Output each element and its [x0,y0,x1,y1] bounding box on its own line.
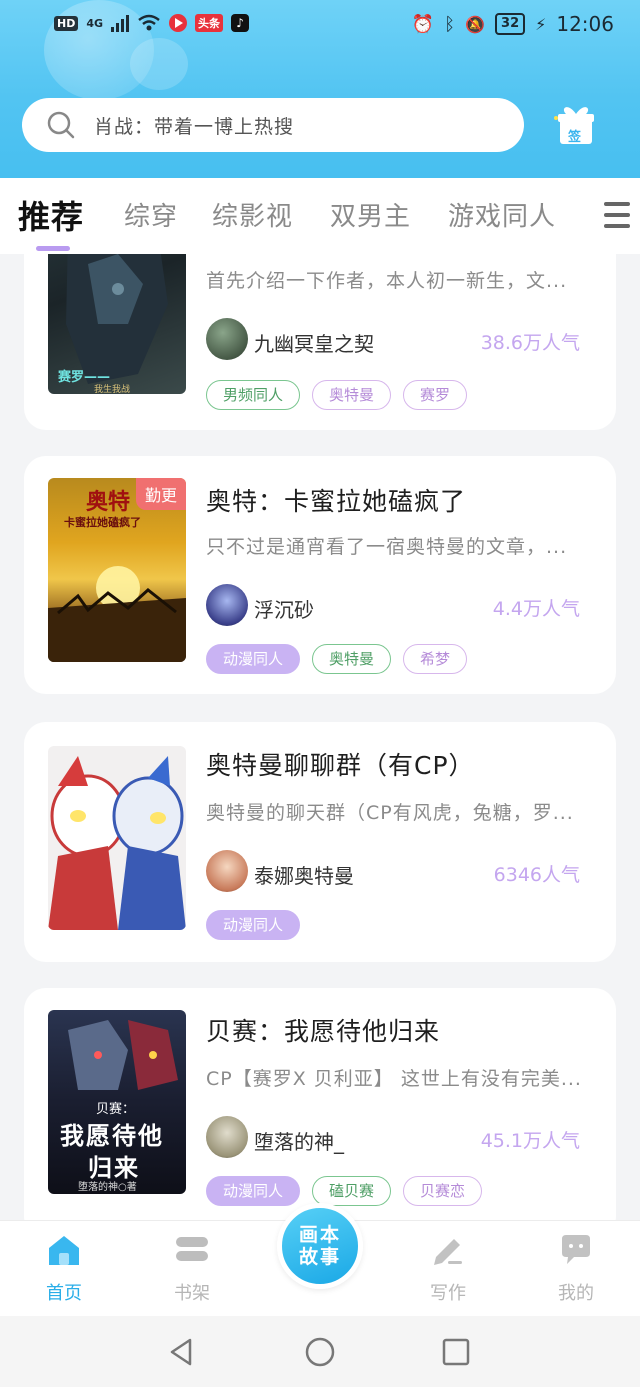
wifi-icon [138,14,160,31]
alarm-icon: ⏰ [411,13,435,35]
search-bar[interactable]: 肖战：带着一博上热搜 [22,98,524,152]
draw-story-label: 画本故事 [298,1224,341,1268]
popularity-count: 45.1万人气 [480,1130,580,1152]
story-feed: 赛罗—— 我生我战 首先介绍一下作者，本人初一新生，文... 九幽冥皇之契 38… [0,254,640,1220]
signal-icon [111,14,130,32]
nav-home-label: 首页 [46,1283,82,1304]
nav-mine[interactable]: 我的 [536,1233,616,1305]
checkin-gift-button[interactable]: 签 [552,100,600,148]
cover-subtitle: 卡蜜拉她磕疯了 [64,516,141,529]
author-name[interactable]: 泰娜奥特曼 [254,860,354,889]
app-header: HD 4G 头条 ♪ ⏰ ᛒ 🔕 32 ⚡ 12:06 肖战：带着一博上热搜 签 [0,0,640,178]
nav-bookshelf[interactable]: 书架 [152,1233,232,1305]
mute-icon: 🔕 [465,14,486,34]
author-avatar[interactable] [206,584,248,626]
recents-square-icon[interactable] [440,1336,472,1368]
tab-film-tv[interactable]: 综影视 [212,196,293,233]
story-cover: 贝赛： 我愿待他 归来 堕落的神○著 [48,1010,186,1194]
story-description: 奥特曼的聊天群（CP有风虎，兔糖，罗... [206,802,574,824]
story-card[interactable]: 奥特 卡蜜拉她磕疯了 勤更 奥特：卡蜜拉她磕疯了 只不过是通宵看了一宿奥特曼的文… [24,456,616,694]
back-icon[interactable] [166,1336,198,1368]
story-description: CP【赛罗X 贝利亚】 这世上有没有完美... [206,1068,582,1090]
cover-title: 贝赛： [96,1102,136,1117]
popularity-count: 4.4万人气 [492,598,580,620]
bookshelf-icon [176,1237,208,1261]
tag-chip[interactable]: 动漫同人 [206,644,301,674]
story-title[interactable]: 贝赛：我愿待他归来 [206,1012,440,1048]
tab-game-fanfic[interactable]: 游戏同人 [448,196,556,233]
story-title[interactable]: 奥特曼聊聊群（有CP） [206,746,475,782]
active-tab-indicator [36,246,70,251]
cover-title: 奥特 [86,490,131,515]
nav-home[interactable]: 首页 [24,1233,104,1305]
tiktok-icon: ♪ [231,14,250,32]
nav-write[interactable]: 写作 [408,1233,488,1305]
author-name[interactable]: 浮沉砂 [254,594,314,623]
tab-zongchuan[interactable]: 综穿 [124,196,178,233]
popularity-count: 38.6万人气 [480,332,580,354]
news-app-icon: 头条 [195,14,224,32]
story-card[interactable]: 贝赛： 我愿待他 归来 堕落的神○著 贝赛：我愿待他归来 CP【赛罗X 贝利亚】… [24,988,616,1220]
tag-chip[interactable]: 奥特曼 [312,380,392,410]
tag-chip[interactable]: 赛罗 [403,380,468,410]
tag-list: 男频同人 奥特曼 赛罗 [206,380,468,410]
network-type: 4G [86,16,104,30]
home-circle-icon[interactable] [304,1336,336,1368]
draw-story-button[interactable]: 画本故事 [277,1203,363,1289]
nav-write-label: 写作 [430,1283,466,1304]
author-avatar[interactable] [206,850,248,892]
tag-chip[interactable]: 贝赛恋 [403,1176,483,1206]
tag-chip[interactable]: 男频同人 [206,380,301,410]
story-title[interactable]: 奥特：卡蜜拉她磕疯了 [206,482,466,518]
story-card[interactable]: 赛罗—— 我生我战 首先介绍一下作者，本人初一新生，文... 九幽冥皇之契 38… [24,254,616,430]
status-left: HD 4G 头条 ♪ [54,14,250,32]
clock: 12:06 [556,12,614,36]
search-icon [46,110,76,140]
tag-chip[interactable]: 希梦 [403,644,468,674]
charging-icon: ⚡ [535,14,547,34]
popularity-count: 6346人气 [493,864,580,886]
cover-title-line: 我愿待他 [60,1122,164,1150]
nav-mine-label: 我的 [558,1283,594,1304]
tag-chip[interactable]: 奥特曼 [312,644,392,674]
tag-chip[interactable]: 动漫同人 [206,1176,301,1206]
tag-list: 动漫同人 磕贝赛 贝赛恋 [206,1176,483,1206]
story-cover [48,746,186,930]
story-description: 只不过是通宵看了一宿奥特曼的文章，... [206,536,568,558]
tag-chip[interactable]: 磕贝赛 [312,1176,392,1206]
tab-recommend[interactable]: 推荐 [18,192,84,238]
tag-list: 动漫同人 奥特曼 希梦 [206,644,468,674]
tag-list: 动漫同人 [206,910,301,940]
status-right: ⏰ ᛒ 🔕 32 ⚡ 12:06 [412,12,614,36]
cover-illustration [48,756,186,930]
status-bar: HD 4G 头条 ♪ ⏰ ᛒ 🔕 32 ⚡ 12:06 [0,0,640,50]
story-cover: 奥特 卡蜜拉她磕疯了 勤更 [48,478,186,662]
author-avatar[interactable] [206,318,248,360]
author-avatar[interactable] [206,1116,248,1158]
bluetooth-icon: ᛒ [444,13,456,35]
category-tabs: 推荐 综穿 综影视 双男主 游戏同人 [0,178,640,254]
story-card[interactable]: 奥特曼聊聊群（有CP） 奥特曼的聊天群（CP有风虎，兔糖，罗... 泰娜奥特曼 … [24,722,616,962]
tag-chip[interactable]: 动漫同人 [206,910,301,940]
category-menu-icon[interactable] [604,202,630,230]
video-app-icon [169,14,188,32]
frequent-update-badge: 勤更 [135,478,186,510]
battery-level: 32 [495,13,526,35]
gift-label: 签 [568,130,582,145]
nav-bookshelf-label: 书架 [174,1283,210,1304]
system-nav-bar [0,1316,640,1387]
story-description: 首先介绍一下作者，本人初一新生，文... [206,270,568,292]
search-placeholder: 肖战：带着一博上热搜 [94,115,295,138]
cover-subtitle: 我生我战 [94,385,131,394]
pen-icon [434,1239,462,1265]
author-name[interactable]: 堕落的神_ [254,1126,344,1155]
author-name[interactable]: 九幽冥皇之契 [254,328,374,357]
story-cover: 赛罗—— 我生我战 [48,254,186,394]
hd-indicator: HD [54,15,79,31]
home-icon [49,1236,79,1265]
cover-author: 堕落的神○著 [78,1182,137,1193]
chat-bubble-icon [562,1235,590,1264]
tab-double-male[interactable]: 双男主 [330,196,411,233]
